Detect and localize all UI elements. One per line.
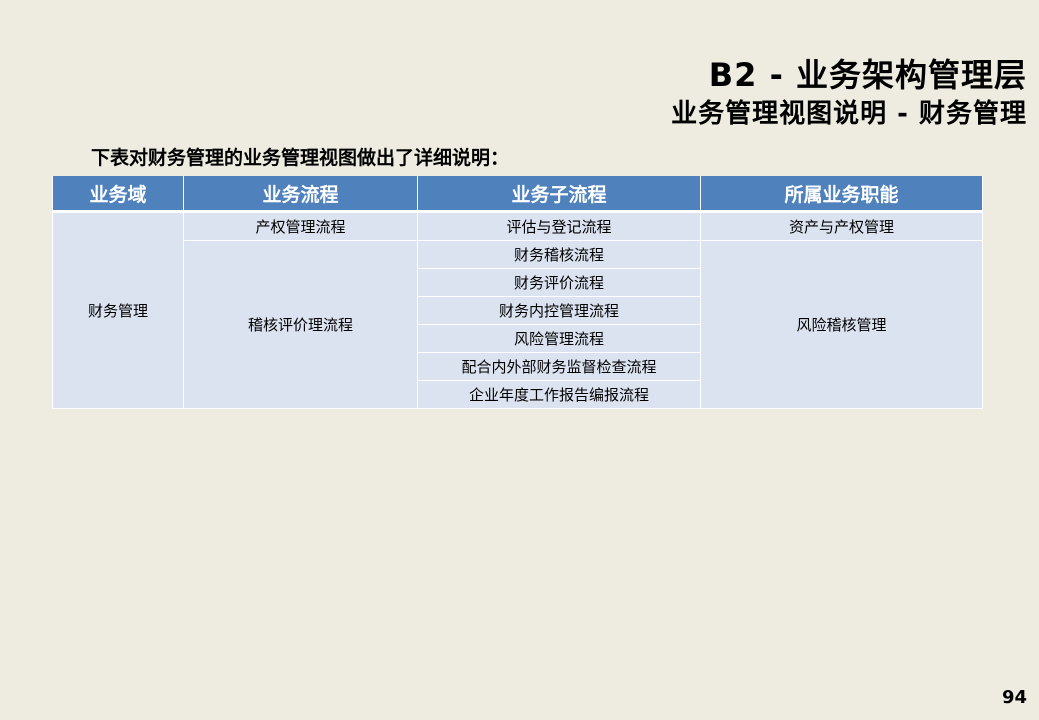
function-cell: 资产与产权管理 (700, 211, 983, 241)
subprocess-cell: 配合内外部财务监督检查流程 (417, 352, 701, 381)
table-row: 财务管理 产权管理流程 评估与登记流程 资产与产权管理 (52, 211, 983, 409)
table-header-row: 业务域 业务流程 业务子流程 所属业务职能 (52, 176, 983, 213)
column-header-subprocess: 业务子流程 (417, 176, 701, 213)
subprocess-cell: 评估与登记流程 (417, 211, 701, 241)
column-header-function: 所属业务职能 (700, 176, 983, 213)
domain-cell: 财务管理 (52, 211, 184, 409)
column-header-process: 业务流程 (183, 176, 418, 213)
function-cell: 风险稽核管理 (700, 240, 983, 409)
process-cell: 稽核评价理流程 (183, 240, 418, 409)
subprocess-cell: 风险管理流程 (417, 324, 701, 353)
table-row: 稽核评价理流程 财务稽核流程 风险稽核管理 (53, 240, 983, 409)
subprocess-cell: 财务评价流程 (417, 268, 701, 297)
intro-text: 下表对财务管理的业务管理视图做出了详细说明： (91, 147, 510, 169)
subprocess-cell: 财务稽核流程 (417, 240, 701, 269)
subprocess-cell: 财务内控管理流程 (417, 296, 701, 325)
column-header-domain: 业务域 (52, 176, 184, 213)
business-view-table: 业务域 业务流程 业务子流程 所属业务职能 财务管理 产权管理流程 评估与登记流… (52, 176, 983, 409)
page-subtitle: 业务管理视图说明 - 财务管理 (671, 99, 1027, 129)
process-cell: 产权管理流程 (183, 211, 418, 241)
subprocess-cell: 企业年度工作报告编报流程 (417, 380, 701, 409)
page-number: 94 (1001, 687, 1027, 708)
page-title: B2 - 业务架构管理层 (708, 56, 1027, 94)
